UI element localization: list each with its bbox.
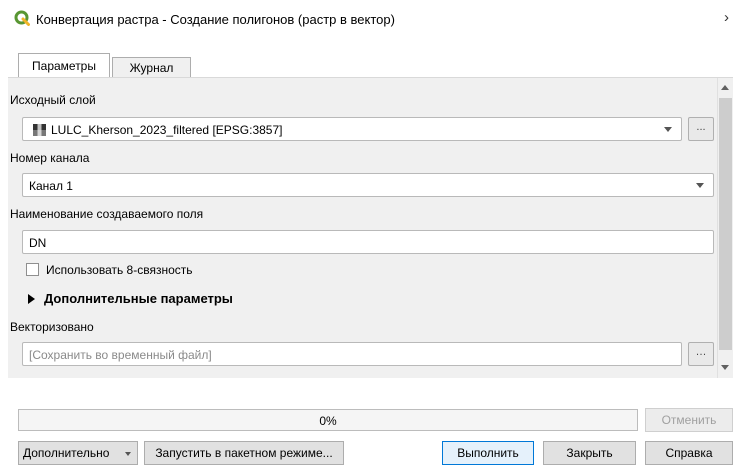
vertical-scrollbar[interactable] bbox=[717, 78, 733, 378]
output-placeholder: [Сохранить во временный файл] bbox=[29, 348, 212, 362]
run-batch-button[interactable]: Запустить в пакетном режиме... bbox=[144, 441, 344, 465]
band-label: Номер канала bbox=[10, 151, 90, 165]
input-layer-browse-button[interactable]: ... bbox=[688, 117, 714, 141]
chevron-down-icon bbox=[664, 127, 672, 132]
field-name-input[interactable]: DN bbox=[22, 230, 714, 254]
close-button[interactable]: Закрыть bbox=[543, 441, 636, 465]
eight-connectedness-checkbox[interactable] bbox=[26, 263, 39, 276]
tab-log[interactable]: Журнал bbox=[112, 57, 191, 78]
advanced-dropdown-button[interactable]: Дополнительно bbox=[18, 441, 138, 465]
parameters-panel: Исходный слой LULC_Kherson_2023_filtered… bbox=[8, 77, 733, 378]
output-label: Векторизовано bbox=[10, 320, 94, 334]
advanced-params-toggle[interactable]: Дополнительные параметры bbox=[44, 291, 233, 306]
scroll-up-icon[interactable] bbox=[721, 85, 729, 90]
progress-bar: 0% bbox=[18, 409, 638, 431]
eight-connectedness-label: Использовать 8-связность bbox=[46, 263, 193, 277]
expand-triangle-icon[interactable] bbox=[28, 294, 35, 304]
field-name-value: DN bbox=[29, 236, 47, 250]
tab-parameters[interactable]: Параметры bbox=[18, 53, 110, 77]
cancel-button[interactable]: Отменить bbox=[645, 408, 733, 432]
output-browse-button[interactable]: … bbox=[688, 342, 714, 366]
output-path-input[interactable]: [Сохранить во временный файл] bbox=[22, 342, 682, 366]
input-layer-label: Исходный слой bbox=[10, 93, 96, 107]
qgis-icon bbox=[14, 10, 30, 26]
window-title: Конвертация растра - Создание полигонов … bbox=[36, 12, 395, 27]
title-bar: Конвертация растра - Создание полигонов … bbox=[0, 0, 733, 38]
run-button[interactable]: Выполнить bbox=[442, 441, 534, 465]
scroll-down-icon[interactable] bbox=[721, 365, 729, 370]
band-combo[interactable]: Канал 1 bbox=[22, 173, 714, 197]
chevron-down-icon bbox=[696, 183, 704, 188]
help-button[interactable]: Справка bbox=[645, 441, 733, 465]
chevron-down-icon bbox=[125, 452, 131, 456]
input-layer-value: LULC_Kherson_2023_filtered [EPSG:3857] bbox=[51, 123, 283, 137]
close-icon[interactable]: › bbox=[724, 9, 729, 26]
input-layer-combo[interactable]: LULC_Kherson_2023_filtered [EPSG:3857] bbox=[22, 117, 682, 141]
band-value: Канал 1 bbox=[29, 179, 73, 193]
advanced-button-label: Дополнительно bbox=[23, 446, 110, 460]
scrollbar-thumb[interactable] bbox=[719, 98, 732, 350]
raster-layer-icon bbox=[33, 124, 46, 136]
progress-text: 0% bbox=[319, 414, 337, 428]
field-name-label: Наименование создаваемого поля bbox=[10, 207, 204, 221]
